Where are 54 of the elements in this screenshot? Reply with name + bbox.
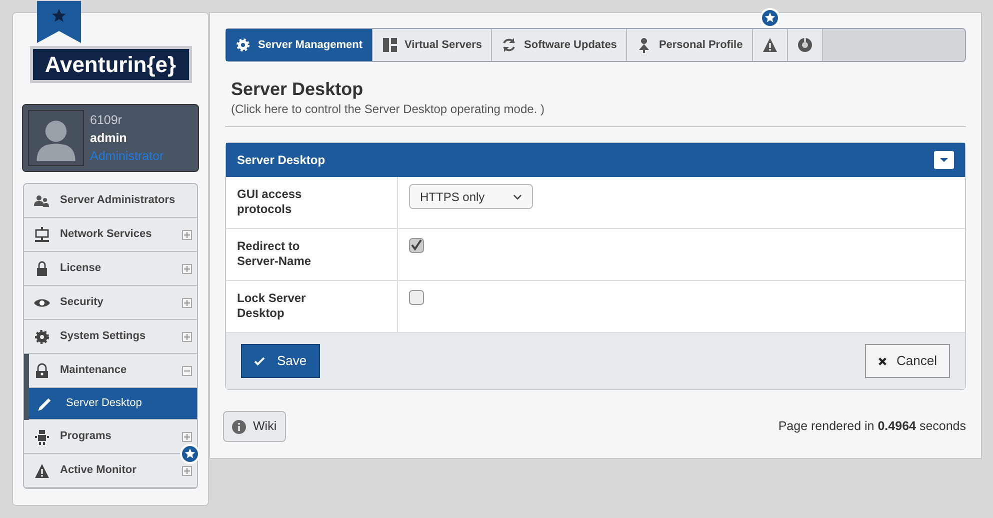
tab[interactable]: Software Updates — [492, 29, 627, 61]
lock-icon — [34, 260, 50, 276]
nav-item[interactable]: License — [24, 252, 197, 286]
wiki-button[interactable]: Wiki — [223, 411, 286, 442]
icon-tab[interactable] — [752, 29, 788, 61]
checkmark-icon — [254, 356, 265, 366]
form-title: Server Desktop — [237, 152, 326, 169]
lock-icon — [34, 362, 50, 378]
page-subtitle[interactable]: (Click here to control the Server Desktop operating mode. ) — [231, 100, 544, 118]
chevron-down-icon — [513, 194, 522, 200]
save-button[interactable]: Save — [241, 344, 320, 378]
monitor-icon — [34, 226, 50, 242]
gear-icon — [235, 37, 251, 53]
field-label: GUI access protocols — [237, 187, 303, 217]
ribbon-icon — [37, 1, 81, 43]
host-name: 6109r — [90, 112, 123, 129]
warning-icon — [762, 37, 778, 53]
expand-icon[interactable] — [182, 432, 192, 442]
dropdown-icon[interactable] — [934, 151, 954, 169]
collapse-icon[interactable] — [182, 366, 192, 376]
close-icon — [878, 356, 887, 366]
checkbox[interactable] — [409, 238, 424, 253]
users-icon — [34, 192, 50, 208]
field-label: Lock Server Desktop — [237, 291, 307, 321]
cancel-button[interactable]: Cancel — [864, 344, 950, 378]
expand-icon[interactable] — [182, 230, 192, 240]
protocol-select[interactable]: HTTPS only — [409, 184, 533, 209]
tab[interactable]: Personal Profile — [626, 29, 753, 61]
nav-item[interactable]: Server Administrators — [24, 184, 197, 218]
expand-icon[interactable] — [182, 466, 192, 476]
expand-icon[interactable] — [182, 298, 192, 308]
tab[interactable]: Virtual Servers — [372, 29, 492, 61]
nav-item[interactable]: System Settings — [24, 320, 197, 354]
star-badge-icon — [180, 444, 200, 464]
page-title: Server Desktop — [231, 78, 364, 100]
render-time: Page rendered in 0.4964 seconds — [778, 418, 966, 436]
robot-icon — [34, 428, 50, 444]
avatar-icon — [28, 110, 84, 166]
expand-icon[interactable] — [182, 332, 192, 342]
user-name: admin — [90, 130, 128, 147]
icon-tab[interactable] — [788, 29, 823, 61]
field-label: Redirect to Server-Name — [237, 239, 312, 269]
layout-icon — [382, 37, 398, 53]
expand-icon[interactable] — [182, 264, 192, 274]
nav-item[interactable]: Security — [24, 286, 197, 320]
nav-subitem[interactable]: Server Desktop — [29, 388, 197, 420]
logo[interactable]: Aventurin{e} — [30, 46, 192, 83]
checkbox[interactable] — [409, 290, 424, 305]
tab[interactable]: Server Management — [226, 29, 373, 61]
warning-icon — [34, 462, 50, 478]
info-icon — [232, 420, 246, 434]
gear-icon — [34, 328, 50, 344]
refresh-icon — [501, 37, 518, 53]
nav-item[interactable]: Network Services — [24, 218, 197, 252]
